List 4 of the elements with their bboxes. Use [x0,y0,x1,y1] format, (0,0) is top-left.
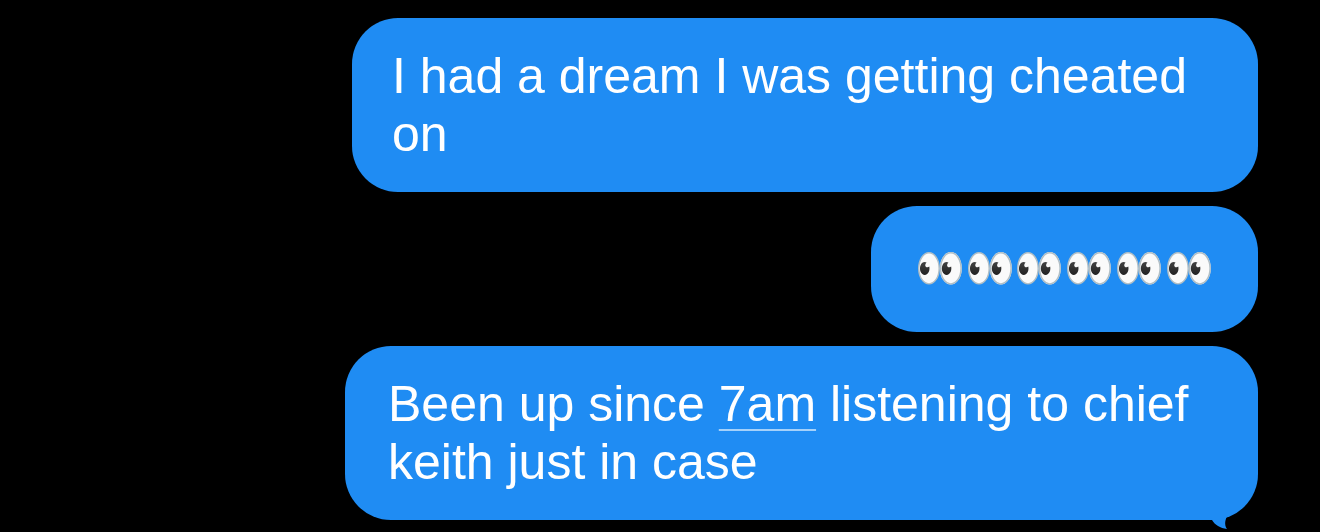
message-text: I had a dream I was getting cheated on [392,48,1187,162]
emoji-text: 👀👀👀👀👀👀 [915,249,1214,289]
time-link[interactable]: 7am [718,376,817,432]
message-text: Been up since 7am listening to chief keith just in case [388,376,1189,490]
